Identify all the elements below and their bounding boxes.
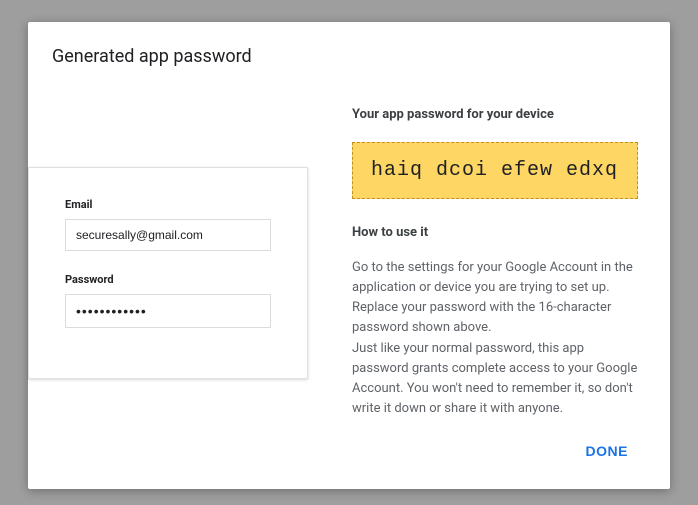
login-form-preview: Email Password bbox=[28, 167, 308, 379]
dialog-actions: DONE bbox=[574, 435, 640, 467]
app-password-dialog: Generated app password Email Password Yo… bbox=[28, 22, 670, 489]
device-preview-panel: Email Password bbox=[52, 107, 312, 419]
howto-text-1: Go to the settings for your Google Accou… bbox=[352, 258, 638, 339]
instructions-panel: Your app password for your device haiq d… bbox=[352, 107, 646, 419]
dialog-title: Generated app password bbox=[52, 46, 646, 67]
email-label: Email bbox=[65, 198, 271, 211]
generated-password-box: haiq dcoi efew edxq bbox=[352, 142, 638, 199]
email-field[interactable] bbox=[65, 219, 271, 251]
dialog-content: Email Password Your app password for you… bbox=[52, 107, 646, 419]
howto-heading: How to use it bbox=[352, 225, 638, 240]
howto-text-2: Just like your normal password, this app… bbox=[352, 339, 638, 420]
done-button[interactable]: DONE bbox=[574, 435, 640, 467]
password-label: Password bbox=[65, 273, 271, 286]
password-heading: Your app password for your device bbox=[352, 107, 638, 122]
password-field[interactable] bbox=[65, 294, 271, 328]
